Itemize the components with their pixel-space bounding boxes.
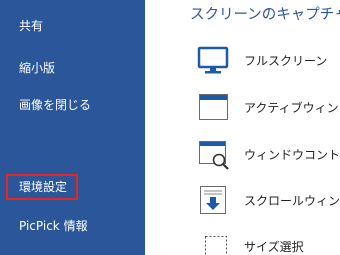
scroll-window-icon xyxy=(200,186,226,214)
option-label: ウィンドウコントロール xyxy=(244,148,340,162)
section-title: スクリーンのキャプチャー xyxy=(190,7,340,23)
window-icon xyxy=(199,94,228,120)
option-label: サイズ選択 xyxy=(244,240,304,254)
sidebar-item-close-image[interactable]: 画像を閉じる xyxy=(19,97,91,113)
option-label: スクロールウィンドウ xyxy=(244,194,340,208)
option-active-window[interactable]: アクティブウィンドウ xyxy=(195,91,340,127)
option-window-control[interactable]: ウィンドウコントロール xyxy=(195,138,340,174)
option-full-screen[interactable]: フルスクリーン xyxy=(195,44,340,80)
region-select-icon xyxy=(205,236,227,255)
option-scroll-window[interactable]: スクロールウィンドウ xyxy=(195,184,340,220)
window-control-icon xyxy=(199,141,229,170)
sidebar-item-thumbnail[interactable]: 縮小版 xyxy=(19,60,55,76)
option-region-select[interactable]: サイズ選択 xyxy=(195,230,340,255)
sidebar-item-about[interactable]: PicPick 情報 xyxy=(19,218,88,234)
option-label: アクティブウィンドウ xyxy=(244,101,340,115)
sidebar-item-share[interactable]: 共有 xyxy=(19,18,43,34)
sidebar: 共有 縮小版 画像を閉じる 環境設定 PicPick 情報 xyxy=(0,0,145,255)
option-label: フルスクリーン xyxy=(244,54,328,68)
capture-panel: スクリーンのキャプチャー フルスクリーン アクティブウィンドウ ウィンドウコント… xyxy=(145,0,340,255)
sidebar-item-preferences[interactable]: 環境設定 xyxy=(6,174,78,200)
monitor-icon xyxy=(197,46,229,74)
